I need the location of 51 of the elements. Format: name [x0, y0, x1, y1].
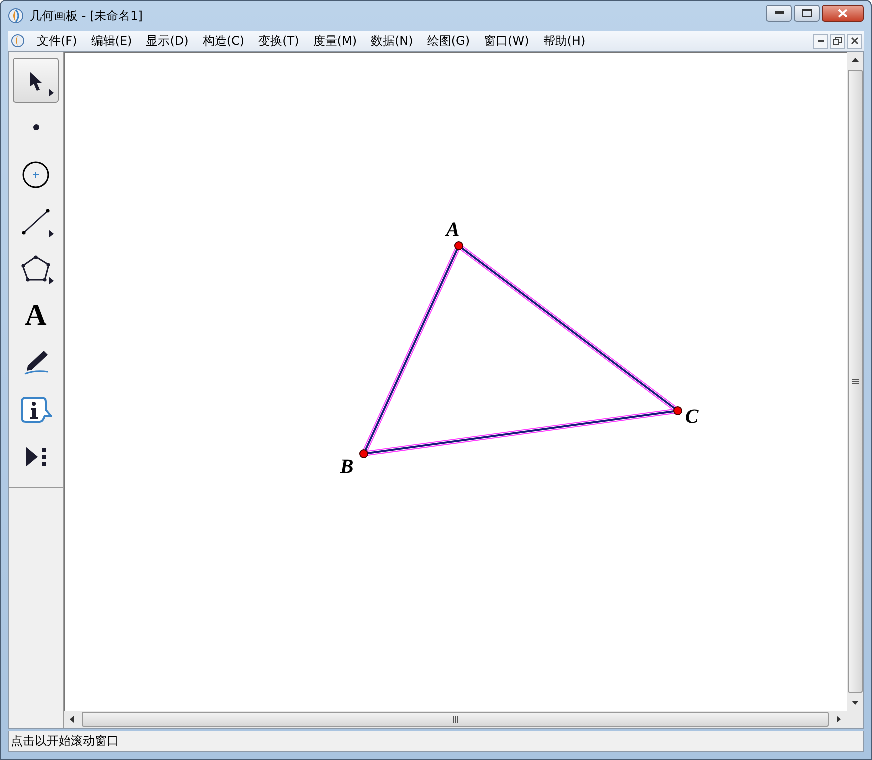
- menu-item[interactable]: 编辑(E): [84, 32, 140, 50]
- arrow-icon: [28, 70, 44, 90]
- maximize-icon: [802, 9, 812, 17]
- document-icon[interactable]: [10, 33, 26, 49]
- up-arrow-icon: [852, 58, 858, 62]
- grip-icon: [852, 378, 858, 384]
- circle-icon: [22, 160, 50, 188]
- restore-icon: [833, 36, 842, 46]
- menu-item[interactable]: 帮助(H): [536, 32, 593, 50]
- close-button[interactable]: [847, 34, 862, 48]
- vertical-scrollbar-thumb[interactable]: [848, 70, 862, 693]
- menu-item[interactable]: 变换(T): [252, 32, 306, 50]
- custom-tool-icon: [24, 444, 48, 468]
- down-arrow-icon: [852, 701, 858, 705]
- menu-item[interactable]: 窗口(W): [477, 32, 536, 50]
- menu-item[interactable]: 文件(F): [30, 32, 84, 50]
- menu-item[interactable]: 数据(N): [364, 32, 420, 50]
- menu-item[interactable]: 度量(M): [306, 32, 364, 50]
- pentagon-icon: [21, 254, 51, 282]
- line-segment-icon: [22, 208, 50, 234]
- vertex-label: B: [340, 456, 354, 478]
- horizontal-scrollbar-thumb[interactable]: [82, 712, 829, 727]
- grip-icon: [452, 716, 458, 723]
- marker-icon: [22, 350, 50, 376]
- close-button[interactable]: [822, 4, 864, 22]
- minimize-icon: [818, 40, 824, 42]
- menu-item[interactable]: 绘图(G): [420, 32, 478, 50]
- close-icon: [850, 37, 858, 45]
- vertex-label: A: [446, 219, 460, 241]
- text-tool-glyph: A: [25, 298, 47, 332]
- vertex-point[interactable]: [674, 406, 682, 416]
- point-icon: [32, 124, 40, 131]
- window-title: 几何画板 - [未命名1]: [30, 8, 143, 24]
- vertex-point[interactable]: [360, 450, 368, 458]
- menu-item[interactable]: 显示(D): [139, 32, 196, 50]
- maximize-button[interactable]: [794, 4, 820, 22]
- minimize-button[interactable]: [813, 34, 828, 48]
- minimize-button[interactable]: [766, 4, 792, 22]
- restore-button[interactable]: [830, 34, 845, 48]
- minimize-icon: [774, 11, 784, 15]
- tool-button[interactable]: A: [13, 293, 59, 338]
- vertex-point[interactable]: [454, 242, 464, 250]
- left-arrow-icon: [70, 716, 74, 723]
- right-arrow-icon: [837, 716, 841, 723]
- info-icon: [20, 396, 52, 424]
- close-icon: [838, 8, 848, 18]
- app-logo-icon: [8, 8, 24, 24]
- vertex-label: C: [685, 406, 699, 428]
- menu-item[interactable]: 构造(C): [196, 32, 252, 50]
- status-text: 点击以开始滚动窗口: [11, 732, 119, 750]
- tool-button[interactable]: [13, 58, 59, 103]
